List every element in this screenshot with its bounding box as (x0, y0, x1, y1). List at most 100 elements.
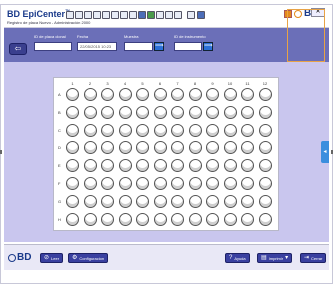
plate-well[interactable] (171, 194, 184, 208)
plate-well[interactable] (136, 194, 149, 208)
plate-well[interactable] (101, 159, 114, 173)
chart-icon[interactable] (129, 11, 137, 19)
plate-well[interactable] (136, 123, 149, 137)
side-panel-tab[interactable]: ◂ (321, 141, 329, 163)
plate-well[interactable] (153, 141, 167, 155)
plate-well[interactable] (101, 194, 114, 208)
plate-well[interactable] (258, 141, 272, 155)
plate-well[interactable] (258, 194, 272, 208)
plate-well[interactable] (223, 177, 237, 190)
plate-well[interactable] (188, 212, 202, 226)
plate-well[interactable] (206, 194, 219, 208)
plate-well[interactable] (241, 141, 254, 155)
plate-well[interactable] (83, 212, 97, 226)
plate-well[interactable] (83, 123, 97, 137)
plate-well[interactable] (101, 141, 114, 155)
plate-well[interactable] (118, 105, 132, 119)
grid-icon[interactable] (138, 11, 146, 19)
sample-go-button[interactable]: ⟹ (154, 42, 164, 51)
plate-well[interactable] (171, 105, 184, 119)
plate-well[interactable] (258, 212, 272, 226)
plate-well[interactable] (118, 159, 132, 173)
paste-icon[interactable] (111, 11, 119, 19)
report-icon[interactable] (156, 11, 164, 19)
plate-well[interactable] (83, 88, 97, 101)
plate-well[interactable] (136, 177, 149, 190)
plate-well[interactable] (153, 159, 167, 173)
plate-well[interactable] (136, 212, 149, 226)
plate-well[interactable] (66, 123, 79, 137)
plate-well[interactable] (171, 212, 184, 226)
plate-well[interactable] (118, 177, 132, 190)
settings-icon[interactable] (187, 11, 195, 19)
plate-well[interactable] (118, 123, 132, 137)
plate-well[interactable] (153, 123, 167, 137)
plate-well[interactable] (258, 88, 272, 101)
plate-well[interactable] (223, 123, 237, 137)
plate-well[interactable] (101, 177, 114, 190)
plate-well[interactable] (206, 123, 219, 137)
plate-id-input[interactable] (34, 42, 72, 51)
plate-well[interactable] (241, 105, 254, 119)
plate-well[interactable] (206, 141, 219, 155)
plate-well[interactable] (101, 88, 114, 101)
plate-well[interactable] (206, 88, 219, 101)
print-button[interactable]: ▤ Imprimir ▾ (257, 253, 293, 263)
plate-well[interactable] (188, 194, 202, 208)
plate-well[interactable] (258, 123, 272, 137)
plate-well[interactable] (258, 105, 272, 119)
save-icon[interactable] (84, 11, 92, 19)
plate-well[interactable] (241, 159, 254, 173)
plate-well[interactable] (153, 105, 167, 119)
plate-well[interactable] (66, 105, 79, 119)
plate-well[interactable] (171, 159, 184, 173)
plate-well[interactable] (188, 105, 202, 119)
plate-well[interactable] (241, 88, 254, 101)
plate-well[interactable] (153, 177, 167, 190)
plate-well[interactable] (101, 105, 114, 119)
plate-well[interactable] (83, 177, 97, 190)
plate-well[interactable] (171, 177, 184, 190)
plate-well[interactable] (223, 141, 237, 155)
plate-well[interactable] (118, 212, 132, 226)
print-icon[interactable] (93, 11, 101, 19)
plate-well[interactable] (188, 88, 202, 101)
plate-well[interactable] (83, 159, 97, 173)
plate-well[interactable] (223, 88, 237, 101)
info-icon[interactable] (197, 11, 205, 19)
plate-well[interactable] (83, 105, 97, 119)
plate-well[interactable] (223, 212, 237, 226)
date-input[interactable]: 22/05/2015 10:23 (77, 42, 117, 51)
plate-well[interactable] (83, 194, 97, 208)
plate-well[interactable] (258, 159, 272, 173)
instrument-go-button[interactable]: ⟹ (203, 42, 213, 51)
plate-well[interactable] (223, 194, 237, 208)
plate-well[interactable] (188, 159, 202, 173)
copy-icon[interactable] (102, 11, 110, 19)
plate-well[interactable] (258, 177, 272, 190)
plate-well[interactable] (153, 212, 167, 226)
export-icon[interactable] (174, 11, 182, 19)
close-button[interactable]: ⇥ Cerrar (300, 253, 327, 263)
plate-well[interactable] (241, 194, 254, 208)
plate-well[interactable] (136, 159, 149, 173)
edit-icon[interactable] (120, 11, 128, 19)
leer-button[interactable]: ⊘ Leer (40, 253, 64, 263)
plate-well[interactable] (101, 123, 114, 137)
plate-well[interactable] (223, 105, 237, 119)
plate-well[interactable] (206, 105, 219, 119)
plate-well[interactable] (66, 141, 79, 155)
new-icon[interactable] (66, 11, 74, 19)
plate-well[interactable] (66, 177, 79, 190)
plate-well[interactable] (223, 159, 237, 173)
help-button[interactable]: ? Ayuda (225, 253, 250, 263)
plate-well[interactable] (66, 88, 79, 101)
plate-well[interactable] (66, 212, 79, 226)
plate-well[interactable] (66, 194, 79, 208)
plate-well[interactable] (171, 123, 184, 137)
plate-well[interactable] (136, 88, 149, 101)
instrument-input[interactable] (174, 42, 202, 51)
plate-well[interactable] (118, 141, 132, 155)
plate-well[interactable] (153, 88, 167, 101)
plate-well[interactable] (118, 88, 132, 101)
